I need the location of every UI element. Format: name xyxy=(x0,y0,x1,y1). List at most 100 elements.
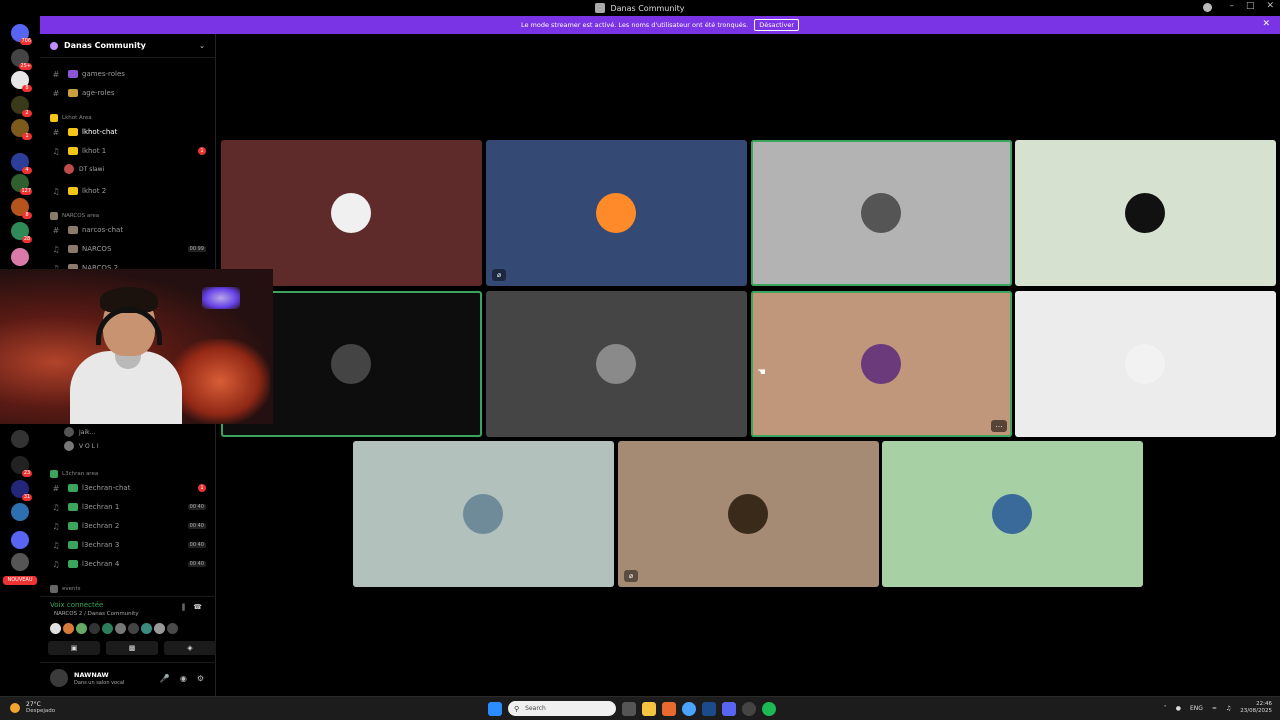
server-icon[interactable]: 25+ xyxy=(11,49,32,70)
gear-icon[interactable]: ⚙ xyxy=(197,674,204,683)
speaker-icon: ♫ xyxy=(52,521,60,531)
volume-icon[interactable]: ♫ xyxy=(1226,705,1231,712)
screen-share-button[interactable]: ▩ xyxy=(106,641,158,655)
server-icon[interactable] xyxy=(11,430,29,448)
minimize-icon[interactable]: – xyxy=(1229,1,1234,11)
weather-widget[interactable]: 27°C Despejado xyxy=(10,701,55,715)
task-view-icon[interactable] xyxy=(622,701,636,716)
chevron-up-icon[interactable]: ˄ xyxy=(1164,705,1167,712)
voice-channel-l3echran-2[interactable]: ♫ l3echran 2 00 40 xyxy=(40,518,216,534)
participant-tile[interactable]: ⌀ xyxy=(618,441,879,587)
text-channel-l3echran-chat[interactable]: # l3echran-chat 1 xyxy=(40,480,216,496)
file-explorer-icon[interactable] xyxy=(642,701,656,716)
participant-tile[interactable] xyxy=(1015,291,1276,437)
steam-icon[interactable] xyxy=(702,701,716,716)
participant-avatar[interactable] xyxy=(128,623,139,634)
participant-tile[interactable]: ⌀ xyxy=(486,140,747,286)
participant-avatar[interactable] xyxy=(141,623,152,634)
category-l3echran[interactable]: L3chran area xyxy=(50,470,98,478)
channel-emoji-icon xyxy=(68,128,78,136)
participant-avatar[interactable] xyxy=(63,623,74,634)
headphones-icon[interactable]: ◉ xyxy=(180,674,187,683)
windows-start-icon[interactable] xyxy=(488,701,502,716)
voice-channel-lkhot-1[interactable]: ♫ lkhot 1 1 xyxy=(40,143,216,159)
more-options-icon[interactable]: … xyxy=(991,420,1007,432)
participant-tile[interactable] xyxy=(751,140,1012,286)
language-indicator[interactable]: ENG xyxy=(1190,705,1203,712)
guild-header[interactable]: Danas Community ⌄ xyxy=(40,34,215,58)
disable-streamer-mode-button[interactable]: Désactiver xyxy=(754,19,800,31)
neon-sign xyxy=(202,287,240,309)
category-narcos[interactable]: NARCOS area xyxy=(50,212,99,220)
wifi-icon[interactable]: ≈ xyxy=(1212,705,1217,712)
participant-avatar[interactable] xyxy=(89,623,100,634)
voice-channel-l3echran-1[interactable]: ♫ l3echran 1 00 40 xyxy=(40,499,216,515)
server-icon[interactable]: 8 xyxy=(11,71,32,92)
voice-member[interactable]: DT slawi xyxy=(64,164,104,174)
chevron-down-icon[interactable]: ⌄ xyxy=(199,42,205,50)
close-icon[interactable]: ✕ xyxy=(1266,1,1274,11)
voice-member[interactable]: Jaik… xyxy=(64,427,96,437)
voice-member[interactable]: V O L I xyxy=(64,441,99,451)
microphone-icon[interactable]: ● xyxy=(1176,705,1181,712)
taskbar-search[interactable]: ⚲ Search xyxy=(508,701,616,716)
voice-channel-path[interactable]: NARCOS 2 / Danas Community xyxy=(54,611,139,617)
avatar xyxy=(992,494,1032,534)
server-icon[interactable]: 23 xyxy=(11,456,32,477)
server-icon[interactable]: 2 xyxy=(11,96,32,117)
text-channel-lkhot-chat[interactable]: # lkhot-chat xyxy=(40,124,216,140)
chrome-icon[interactable] xyxy=(682,701,696,716)
banner-close-icon[interactable]: ✕ xyxy=(1262,19,1270,29)
server-icon[interactable] xyxy=(11,503,29,521)
voice-channel-l3echran-4[interactable]: ♫ l3echran 4 00 40 xyxy=(40,556,216,572)
camera-button[interactable]: ▣ xyxy=(48,641,100,655)
maximize-icon[interactable]: □ xyxy=(1246,1,1255,11)
server-icon[interactable] xyxy=(11,553,29,571)
server-icon[interactable]: 31 xyxy=(11,480,32,501)
voice-channel-l3echran-3[interactable]: ♫ l3echran 3 00 40 xyxy=(40,537,216,553)
clock[interactable]: 22:46 23/08/2025 xyxy=(1240,701,1272,715)
speaker-icon: ♫ xyxy=(52,502,60,512)
participant-avatar[interactable] xyxy=(115,623,126,634)
participant-tile[interactable]: … xyxy=(751,291,1012,437)
avatar xyxy=(64,164,74,174)
category-lkhot[interactable]: Lkhot Area xyxy=(50,114,92,122)
server-icon[interactable]: 4 xyxy=(11,153,32,174)
app-icon[interactable] xyxy=(662,701,676,716)
participant-tile[interactable] xyxy=(221,140,482,286)
app-icon[interactable] xyxy=(742,701,756,716)
voice-channel-narcos[interactable]: ♫ NARCOS 00 99 xyxy=(40,241,216,257)
text-channel-games-roles[interactable]: # games-roles xyxy=(40,66,216,82)
server-icon[interactable]: 1 xyxy=(11,119,32,140)
participant-avatar[interactable] xyxy=(167,623,178,634)
voice-channel-lkhot-2[interactable]: ♫ lkhot 2 xyxy=(40,183,216,199)
guild-icon xyxy=(50,41,58,50)
server-icon[interactable]: 28 xyxy=(11,222,32,243)
category-events[interactable]: events xyxy=(50,585,81,593)
participant-tile[interactable] xyxy=(486,291,747,437)
microphone-icon[interactable]: 🎤 xyxy=(160,674,170,683)
text-channel-age-roles[interactable]: # age-roles xyxy=(40,85,216,101)
participant-avatar[interactable] xyxy=(154,623,165,634)
server-icon[interactable] xyxy=(11,531,29,549)
participant-tile[interactable] xyxy=(1015,140,1276,286)
participant-avatar[interactable] xyxy=(102,623,113,634)
unread-badge: 1 xyxy=(198,147,206,155)
disconnect-icon[interactable]: ☎ xyxy=(193,603,202,611)
help-icon[interactable] xyxy=(1203,3,1212,12)
spotify-icon[interactable] xyxy=(762,701,776,716)
activity-button[interactable]: ◈ xyxy=(164,641,216,655)
participant-tile[interactable] xyxy=(882,441,1143,587)
server-icon[interactable]: 706 xyxy=(11,24,32,45)
avatar[interactable] xyxy=(50,669,68,687)
server-icon[interactable] xyxy=(11,248,29,266)
text-channel-narcos-chat[interactable]: # narcos-chat xyxy=(40,222,216,238)
participant-avatar[interactable] xyxy=(76,623,87,634)
server-icon[interactable]: 8 xyxy=(11,198,32,219)
participant-tile[interactable] xyxy=(353,441,614,587)
participant-avatar[interactable] xyxy=(50,623,61,634)
discord-icon[interactable] xyxy=(722,701,736,716)
server-icon[interactable]: 127 xyxy=(11,174,32,195)
signal-icon[interactable]: ‖ xyxy=(182,603,186,611)
mention-badge: 28 xyxy=(22,236,32,243)
